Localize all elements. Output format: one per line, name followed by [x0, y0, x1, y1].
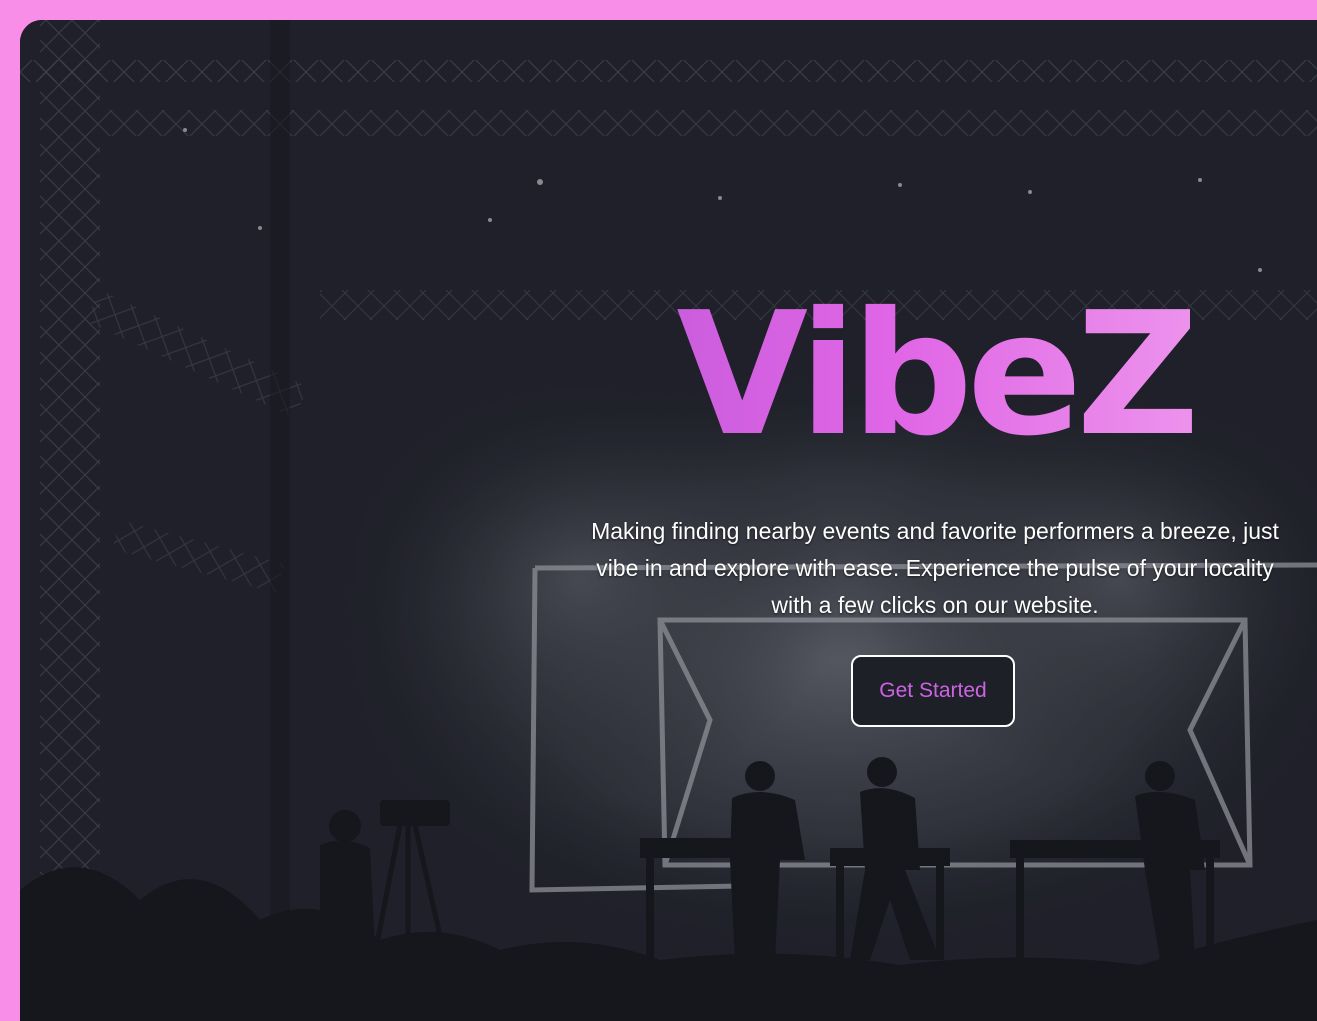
hero-section: VibeZ Making finding nearby events and f…: [20, 20, 1317, 1021]
hero-tagline: Making finding nearby events and favorit…: [591, 518, 1279, 618]
hero-content: VibeZ Making finding nearby events and f…: [580, 20, 1290, 1021]
get-started-button[interactable]: Get Started: [851, 655, 1015, 727]
brand-title: VibeZ: [580, 290, 1290, 460]
